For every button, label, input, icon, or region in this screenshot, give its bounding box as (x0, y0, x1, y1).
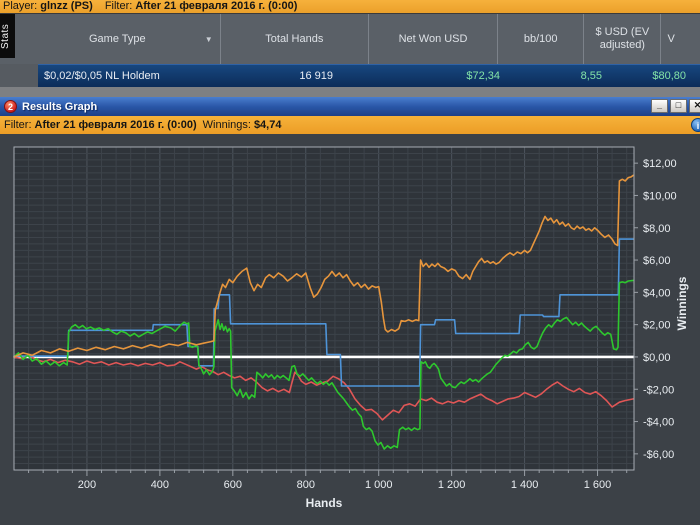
column-header-usd-ev-adjusted[interactable]: $ USD (EV adjusted) (584, 14, 662, 64)
y-axis-title: Winnings (675, 276, 689, 330)
svg-text:$10,00: $10,00 (643, 190, 677, 202)
window-titlebar: 2 Results Graph _ □ ✕ (0, 97, 700, 116)
hm2-app-icon: 2 (4, 100, 17, 113)
desktop-gap (0, 87, 700, 97)
table-row[interactable]: $0,02/$0,05 NL Holdem 16 919 $72,34 8,55… (38, 64, 700, 87)
svg-text:-$2,00: -$2,00 (643, 384, 674, 396)
column-header-cutoff[interactable]: V (661, 14, 700, 64)
svg-text:$2,00: $2,00 (643, 320, 671, 332)
cell-bb100: 8,55 (580, 70, 602, 82)
window-title: Results Graph (22, 100, 98, 113)
column-header-bb100[interactable]: bb/100 (498, 14, 585, 64)
results-graph-window: 2 Results Graph _ □ ✕ Filter: After 21 фе… (0, 97, 700, 525)
player-label: Player: (3, 0, 38, 12)
column-header-net-won-usd[interactable]: Net Won USD (369, 14, 499, 64)
player-filter-bar: Player: glnzz (PS) Filter: After 21 февраля… (0, 0, 700, 14)
column-header-game-type[interactable]: Game Type ▼ (15, 14, 221, 64)
svg-text:600: 600 (224, 479, 242, 491)
dropdown-arrow-icon[interactable]: ▼ (205, 33, 213, 46)
svg-text:1 000: 1 000 (365, 479, 393, 491)
minimize-button[interactable]: _ (651, 99, 668, 113)
svg-text:-$4,00: -$4,00 (643, 417, 674, 429)
cell-usd-ev-adjusted: $80,80 (652, 70, 686, 82)
app-screen: Player: glnzz (PS) Filter: After 21 февраля… (0, 0, 700, 525)
svg-text:1 600: 1 600 (584, 479, 612, 491)
cell-game-type: $0,02/$0,05 NL Holdem (44, 70, 160, 82)
svg-text:-$6,00: -$6,00 (643, 449, 674, 461)
svg-text:400: 400 (151, 479, 169, 491)
results-graph-svg: 200 400 600 800 1 000 1 200 1 400 1 600 Hands $12… (13, 146, 689, 510)
stats-table: Game Type ▼ Total Hands Net Won USD bb/1… (0, 14, 700, 87)
stats-table-header: Game Type ▼ Total Hands Net Won USD bb/1… (0, 14, 700, 64)
filter-value: After 21 февраля 2016 г. (0:00) (135, 0, 298, 12)
svg-text:200: 200 (78, 479, 96, 491)
player-value: glnzz (PS) (40, 0, 93, 12)
svg-text:1 400: 1 400 (511, 479, 539, 491)
results-graph-chart: 200 400 600 800 1 000 1 200 1 400 1 600 Hands $12… (0, 134, 700, 525)
x-axis-title: Hands (306, 496, 343, 510)
cell-net-won-usd: $72,34 (466, 70, 500, 82)
svg-text:$0,00: $0,00 (643, 352, 671, 364)
winnings-label: Winnings: (202, 119, 251, 131)
svg-text:1 200: 1 200 (438, 479, 466, 491)
svg-text:$6,00: $6,00 (643, 255, 671, 267)
filter-label: Filter: (104, 0, 133, 12)
svg-text:$12,00: $12,00 (643, 158, 677, 170)
cell-total-hands: 16 919 (299, 70, 333, 82)
graph-filter-bar: Filter: After 21 февраля 2016 г. (0:00) Wi… (0, 116, 700, 134)
close-button[interactable]: ✕ (689, 99, 700, 113)
column-header-total-hands[interactable]: Total Hands (221, 14, 369, 64)
graph-filter-value: After 21 февраля 2016 г. (0:00) (34, 119, 197, 131)
maximize-button[interactable]: □ (670, 99, 687, 113)
svg-text:$4,00: $4,00 (643, 287, 671, 299)
svg-text:800: 800 (297, 479, 315, 491)
stats-side-tab[interactable]: Stats (0, 14, 15, 58)
svg-text:$8,00: $8,00 (643, 223, 671, 235)
graph-filter-label: Filter: (4, 119, 32, 131)
info-icon[interactable]: i (691, 118, 700, 132)
winnings-value: $4,74 (253, 119, 282, 131)
